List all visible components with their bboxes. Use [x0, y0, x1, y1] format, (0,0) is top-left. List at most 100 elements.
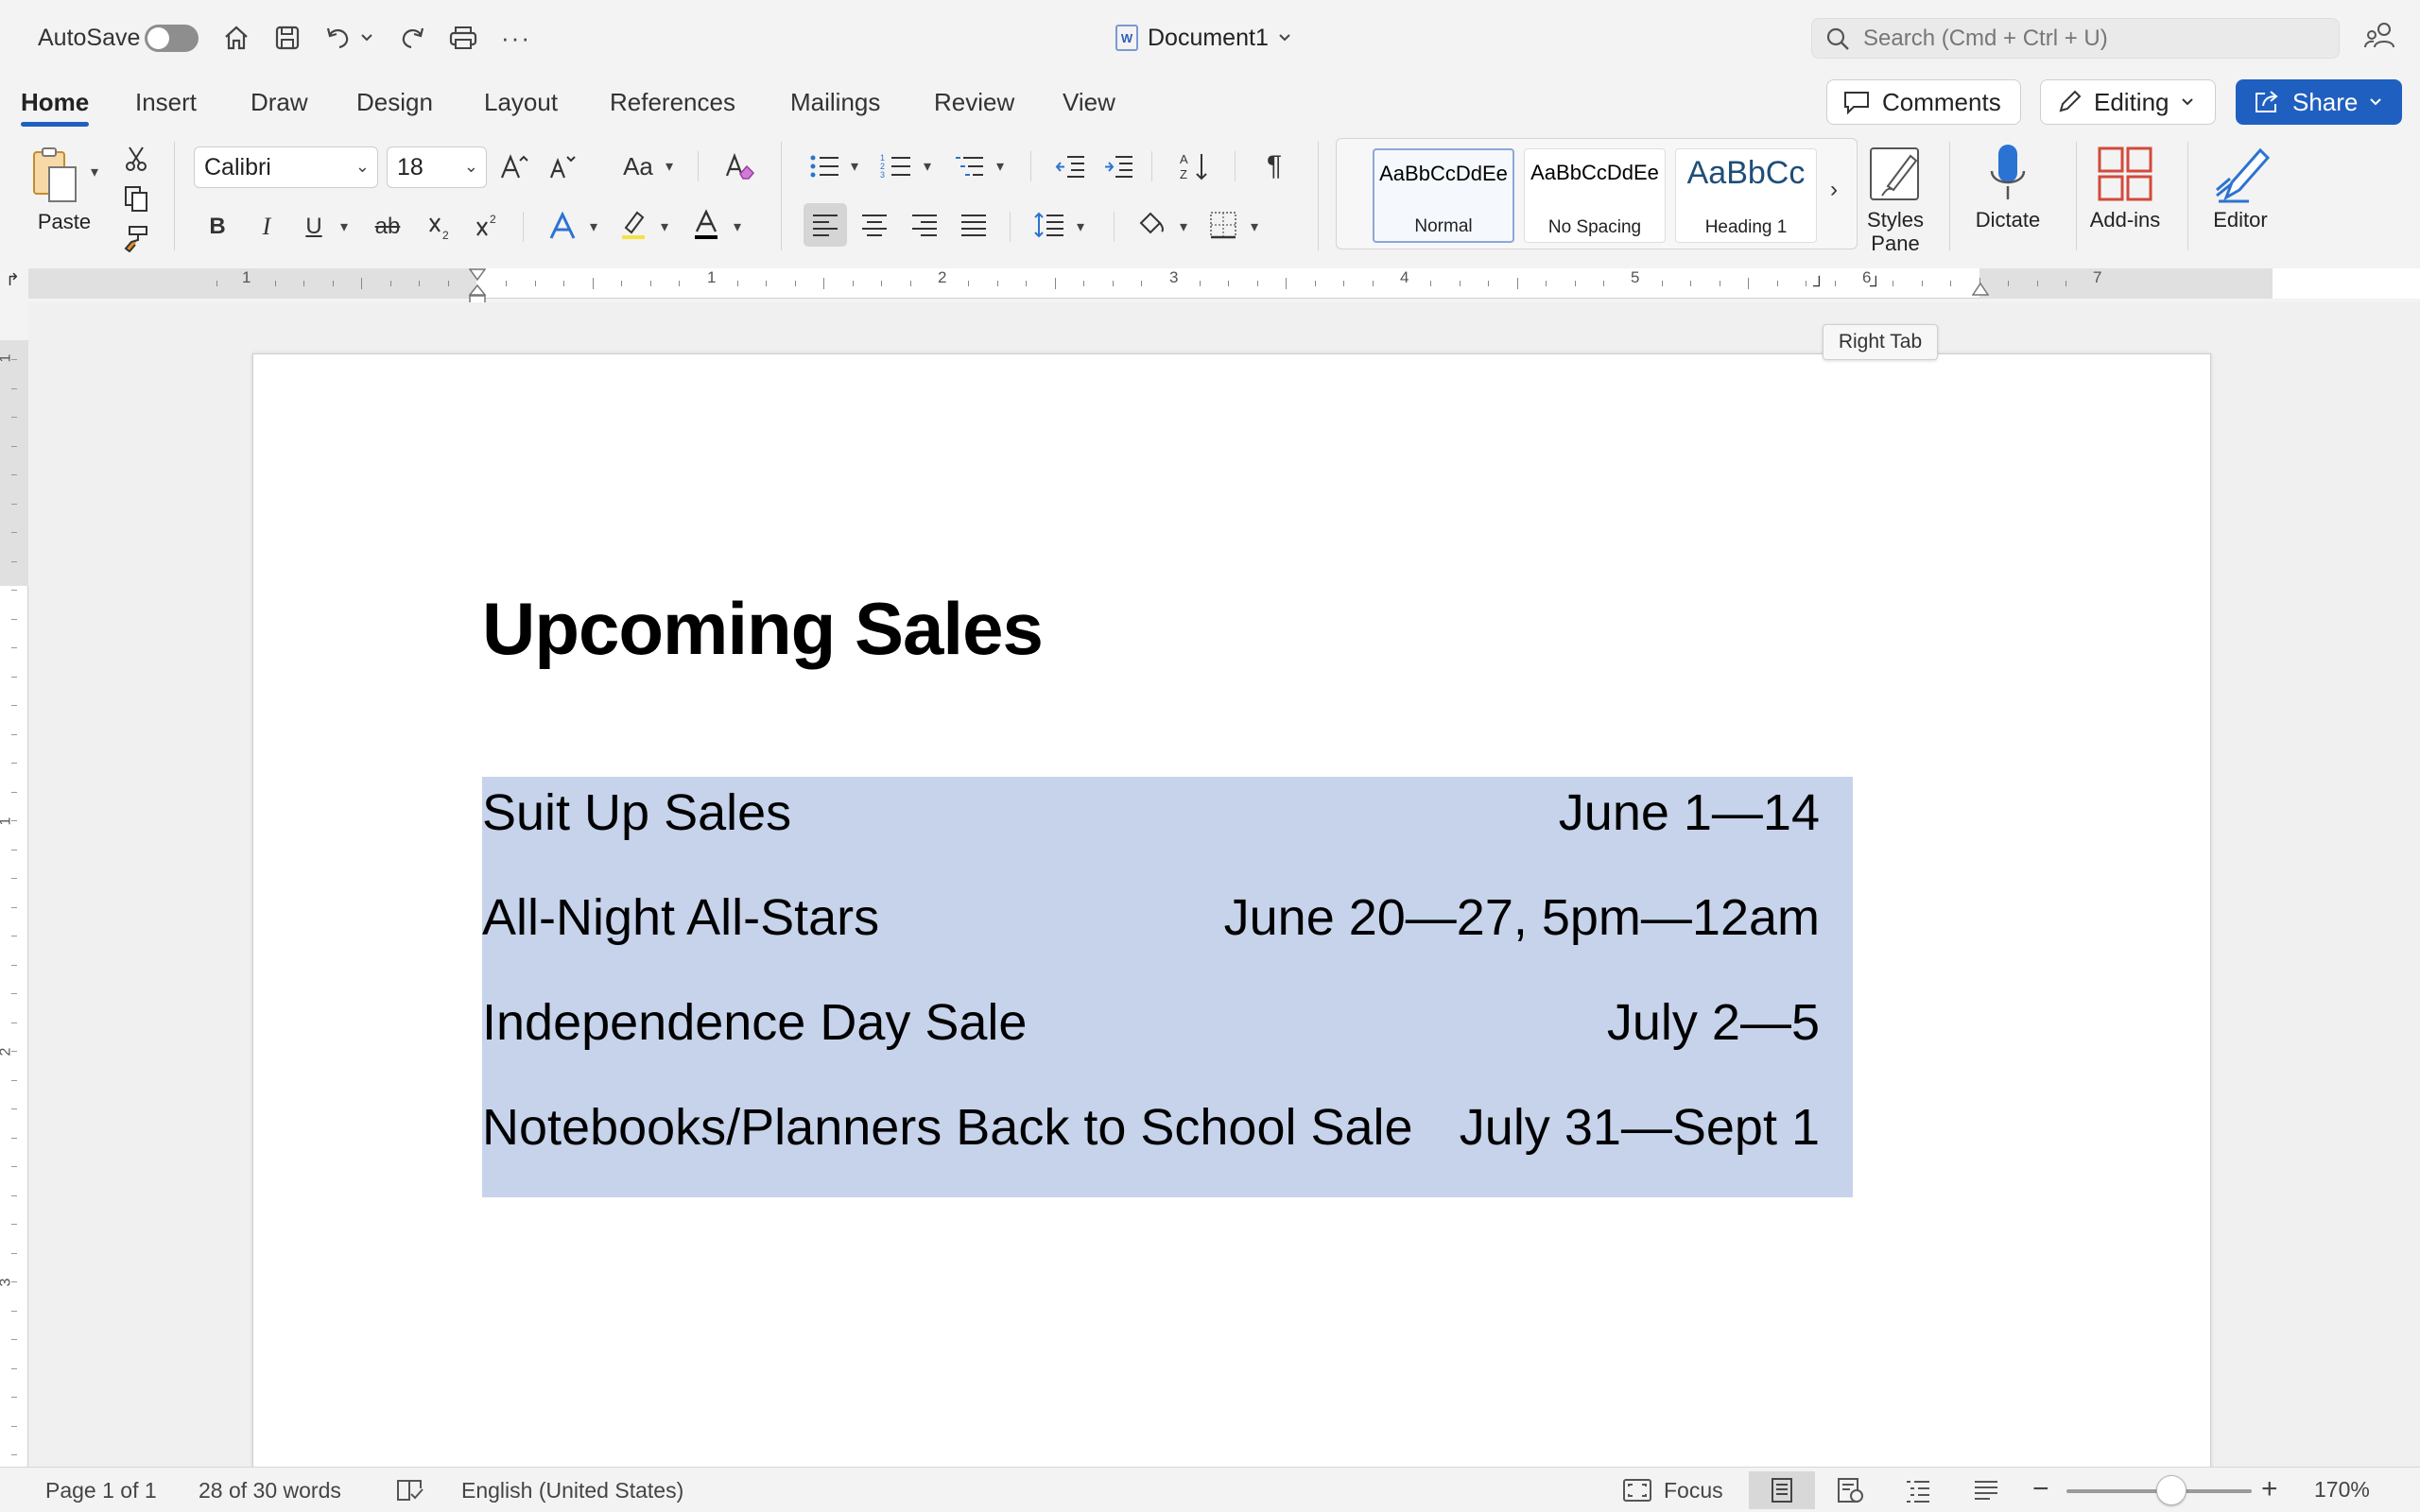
print-icon[interactable] — [442, 17, 484, 59]
focus-button[interactable]: Focus — [1622, 1468, 1723, 1512]
search-input[interactable]: Search (Cmd + Ctrl + U) — [1811, 18, 2340, 59]
text-effects-icon[interactable] — [544, 208, 581, 246]
multilevel-list-icon[interactable] — [950, 147, 988, 185]
shrink-font-icon[interactable] — [544, 147, 581, 185]
style-heading-1[interactable]: AaBbCc Heading 1 — [1675, 148, 1817, 243]
font-color-dropdown-icon[interactable]: ▾ — [734, 217, 741, 236]
tab-design[interactable]: Design — [356, 76, 433, 129]
redo-icon[interactable] — [391, 17, 433, 59]
shading-dropdown-icon[interactable]: ▾ — [1180, 217, 1187, 236]
tab-view[interactable]: View — [1063, 76, 1115, 129]
page-count[interactable]: Page 1 of 1 — [45, 1468, 157, 1512]
style-normal[interactable]: AaBbCcDdEe Normal — [1373, 148, 1514, 243]
underline-button[interactable]: U — [295, 208, 333, 246]
web-layout-view-icon[interactable] — [1817, 1471, 1883, 1509]
word-count[interactable]: 28 of 30 words — [199, 1468, 341, 1512]
align-left-icon[interactable] — [806, 206, 844, 244]
numbering-icon[interactable]: 123 — [877, 147, 915, 185]
zoom-level[interactable]: 170% — [2314, 1467, 2370, 1512]
multilevel-dropdown-icon[interactable]: ▾ — [996, 157, 1004, 176]
undo-dropdown-icon[interactable] — [355, 17, 378, 59]
draft-view-icon[interactable] — [1953, 1471, 2019, 1509]
microphone-icon[interactable] — [1978, 140, 2038, 208]
strikethrough-button[interactable]: ab — [369, 208, 406, 246]
superscript-icon[interactable]: 2 — [469, 208, 507, 246]
highlight-dropdown-icon[interactable]: ▾ — [661, 217, 668, 236]
copy-icon[interactable] — [117, 180, 155, 217]
right-tab-stop-marker[interactable]: ┘ — [1870, 276, 1882, 296]
tab-selector-icon[interactable]: ↱ — [6, 270, 20, 290]
editor-icon[interactable] — [2209, 140, 2275, 208]
numbering-dropdown-icon[interactable]: ▾ — [924, 157, 931, 176]
save-icon[interactable] — [267, 17, 308, 59]
line-spacing-icon[interactable] — [1030, 206, 1068, 244]
format-painter-icon[interactable] — [117, 219, 155, 257]
show-formatting-marks-icon[interactable]: ¶ — [1255, 147, 1293, 185]
sort-icon[interactable]: AZ — [1176, 147, 1214, 185]
right-indent-marker[interactable] — [1971, 282, 1990, 301]
home-icon[interactable] — [216, 17, 257, 59]
sale-row[interactable]: Independence Day Sale July 2—5 — [482, 985, 1820, 1060]
tab-mailings[interactable]: Mailings — [790, 76, 880, 129]
bullets-dropdown-icon[interactable]: ▾ — [851, 157, 858, 176]
font-size-combo[interactable]: 18 ⌄ — [387, 146, 487, 188]
subscript-icon[interactable]: 2 — [422, 208, 459, 246]
highlight-icon[interactable] — [614, 206, 652, 244]
bullets-icon[interactable] — [805, 147, 843, 185]
tab-draw[interactable]: Draw — [251, 76, 308, 129]
outline-view-icon[interactable] — [1885, 1471, 1951, 1509]
borders-dropdown-icon[interactable]: ▾ — [1251, 217, 1258, 236]
line-spacing-dropdown-icon[interactable]: ▾ — [1077, 217, 1084, 236]
styles-more-chevron-icon[interactable]: › — [1830, 177, 1838, 203]
grow-font-icon[interactable] — [496, 147, 534, 185]
add-ins-icon[interactable] — [2092, 140, 2158, 208]
tab-review[interactable]: Review — [934, 76, 1014, 129]
document-heading[interactable]: Upcoming Sales — [482, 586, 1044, 672]
sale-row[interactable]: Notebooks/Planners Back to School Sale J… — [482, 1090, 1820, 1165]
underline-dropdown-icon[interactable]: ▾ — [340, 217, 348, 236]
zoom-in-icon[interactable]: + — [2261, 1467, 2278, 1512]
paste-icon[interactable] — [26, 142, 83, 208]
align-center-icon[interactable] — [856, 206, 893, 244]
increase-indent-icon[interactable] — [1099, 147, 1137, 185]
right-tab-stop-marker[interactable]: ┘ — [1813, 276, 1825, 296]
undo-icon[interactable] — [318, 17, 359, 59]
zoom-slider-thumb[interactable] — [2156, 1475, 2187, 1505]
horizontal-ruler[interactable]: 1 1 2 3 4 5 6 7 ┘ ┘ — [28, 268, 2420, 304]
proofing-icon[interactable] — [395, 1468, 425, 1512]
bold-button[interactable]: B — [199, 208, 236, 246]
change-case-button[interactable]: Aa — [619, 147, 657, 185]
language-indicator[interactable]: English (United States) — [461, 1468, 683, 1512]
change-case-dropdown-icon[interactable]: ▾ — [666, 157, 673, 176]
shading-icon[interactable] — [1132, 206, 1170, 244]
vertical-ruler[interactable]: 1 1 2 3 — [0, 302, 28, 1467]
share-button[interactable]: Share — [2236, 79, 2402, 125]
editing-mode-button[interactable]: Editing — [2040, 79, 2216, 125]
paste-dropdown-icon[interactable]: ▾ — [91, 163, 98, 181]
borders-icon[interactable] — [1204, 206, 1242, 244]
tab-references[interactable]: References — [610, 76, 735, 129]
cut-icon[interactable] — [117, 140, 155, 178]
align-right-icon[interactable] — [906, 206, 943, 244]
zoom-out-icon[interactable]: − — [2032, 1467, 2049, 1512]
tab-home[interactable]: Home — [21, 76, 90, 129]
autosave-toggle[interactable] — [145, 25, 199, 52]
document-title[interactable]: W Document1 — [1115, 19, 1291, 57]
decrease-indent-icon[interactable] — [1051, 147, 1089, 185]
clear-formatting-icon[interactable] — [720, 147, 758, 185]
text-effects-dropdown-icon[interactable]: ▾ — [590, 217, 597, 236]
font-color-icon[interactable] — [687, 206, 725, 244]
comments-button[interactable]: Comments — [1826, 79, 2021, 125]
styles-pane-icon[interactable] — [1865, 140, 1926, 206]
tab-insert[interactable]: Insert — [135, 76, 197, 129]
italic-button[interactable]: I — [248, 208, 285, 246]
sale-row[interactable]: Suit Up Sales June 1—14 — [482, 775, 1820, 850]
sale-row[interactable]: All-Night All-Stars June 20—27, 5pm—12am — [482, 880, 1820, 955]
style-no-spacing[interactable]: AaBbCcDdEe No Spacing — [1524, 148, 1666, 243]
more-options-icon[interactable]: ··· — [495, 17, 537, 59]
justify-icon[interactable] — [955, 206, 993, 244]
share-people-icon[interactable] — [2363, 19, 2405, 60]
tab-layout[interactable]: Layout — [484, 76, 558, 129]
font-name-combo[interactable]: Calibri ⌄ — [194, 146, 378, 188]
print-layout-view-icon[interactable] — [1749, 1471, 1815, 1509]
